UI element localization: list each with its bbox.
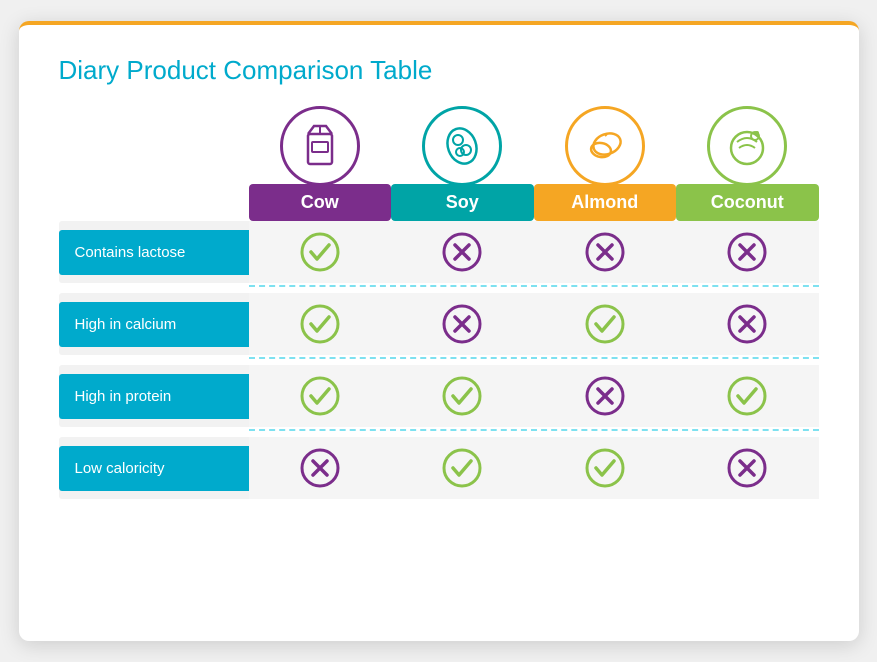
row-high-protein: High in protein bbox=[59, 365, 819, 427]
cell-soy-protein bbox=[391, 365, 534, 427]
cell-almond-protein bbox=[534, 365, 677, 427]
row-low-caloricity: Low caloricity bbox=[59, 437, 819, 499]
coconut-icon-circle bbox=[707, 106, 787, 186]
row-label-caloricity: Low caloricity bbox=[59, 446, 249, 491]
cell-coconut-calcium bbox=[676, 293, 819, 355]
check-soy-protein bbox=[441, 375, 483, 417]
cell-cow-calcium bbox=[249, 293, 392, 355]
cell-coconut-caloricity bbox=[676, 437, 819, 499]
cell-almond-calcium bbox=[534, 293, 677, 355]
col-header-almond: Almond bbox=[534, 106, 677, 221]
row-label-protein: High in protein bbox=[59, 374, 249, 419]
check-cow-lactose bbox=[299, 231, 341, 273]
cell-cow-caloricity bbox=[249, 437, 392, 499]
cell-cow-lactose bbox=[249, 221, 392, 283]
cross-almond-lactose bbox=[584, 231, 626, 273]
data-rows: Contains lactose bbox=[59, 221, 819, 499]
col-header-coconut: Coconut bbox=[676, 106, 819, 221]
row-cells-protein bbox=[249, 365, 819, 427]
row-high-calcium: High in calcium bbox=[59, 293, 819, 355]
almond-nut-icon bbox=[579, 120, 631, 172]
soy-label: Soy bbox=[391, 184, 534, 221]
cell-almond-lactose bbox=[534, 221, 677, 283]
cell-soy-lactose bbox=[391, 221, 534, 283]
table-header: Cow Soy bbox=[249, 106, 819, 221]
cell-cow-protein bbox=[249, 365, 392, 427]
row-cells-caloricity bbox=[249, 437, 819, 499]
cell-coconut-protein bbox=[676, 365, 819, 427]
row-label-lactose: Contains lactose bbox=[59, 230, 249, 275]
cell-coconut-lactose bbox=[676, 221, 819, 283]
check-cow-protein bbox=[299, 375, 341, 417]
soy-icon-circle bbox=[422, 106, 502, 186]
cell-soy-caloricity bbox=[391, 437, 534, 499]
coconut-fruit-icon bbox=[721, 120, 773, 172]
cross-cow-caloricity bbox=[299, 447, 341, 489]
col-header-soy: Soy bbox=[391, 106, 534, 221]
check-almond-calcium bbox=[584, 303, 626, 345]
cell-almond-caloricity bbox=[534, 437, 677, 499]
cell-soy-calcium bbox=[391, 293, 534, 355]
cross-coconut-calcium bbox=[726, 303, 768, 345]
almond-icon-circle bbox=[565, 106, 645, 186]
cow-icon-circle bbox=[280, 106, 360, 186]
comparison-table: Cow Soy bbox=[59, 106, 819, 499]
milk-carton-icon bbox=[298, 120, 342, 172]
row-cells-calcium bbox=[249, 293, 819, 355]
almond-label: Almond bbox=[534, 184, 677, 221]
page-title: Diary Product Comparison Table bbox=[59, 55, 819, 86]
soy-bean-icon bbox=[436, 120, 488, 172]
check-cow-calcium bbox=[299, 303, 341, 345]
col-header-cow: Cow bbox=[249, 106, 392, 221]
cross-soy-calcium bbox=[441, 303, 483, 345]
row-contains-lactose: Contains lactose bbox=[59, 221, 819, 283]
check-almond-caloricity bbox=[584, 447, 626, 489]
cow-label: Cow bbox=[249, 184, 392, 221]
cross-almond-protein bbox=[584, 375, 626, 417]
coconut-label: Coconut bbox=[676, 184, 819, 221]
row-cells-lactose bbox=[249, 221, 819, 283]
row-label-calcium: High in calcium bbox=[59, 302, 249, 347]
check-coconut-protein bbox=[726, 375, 768, 417]
cross-coconut-lactose bbox=[726, 231, 768, 273]
check-soy-caloricity bbox=[441, 447, 483, 489]
main-card: Diary Product Comparison Table Cow bbox=[19, 21, 859, 641]
cross-coconut-caloricity bbox=[726, 447, 768, 489]
cross-soy-lactose bbox=[441, 231, 483, 273]
